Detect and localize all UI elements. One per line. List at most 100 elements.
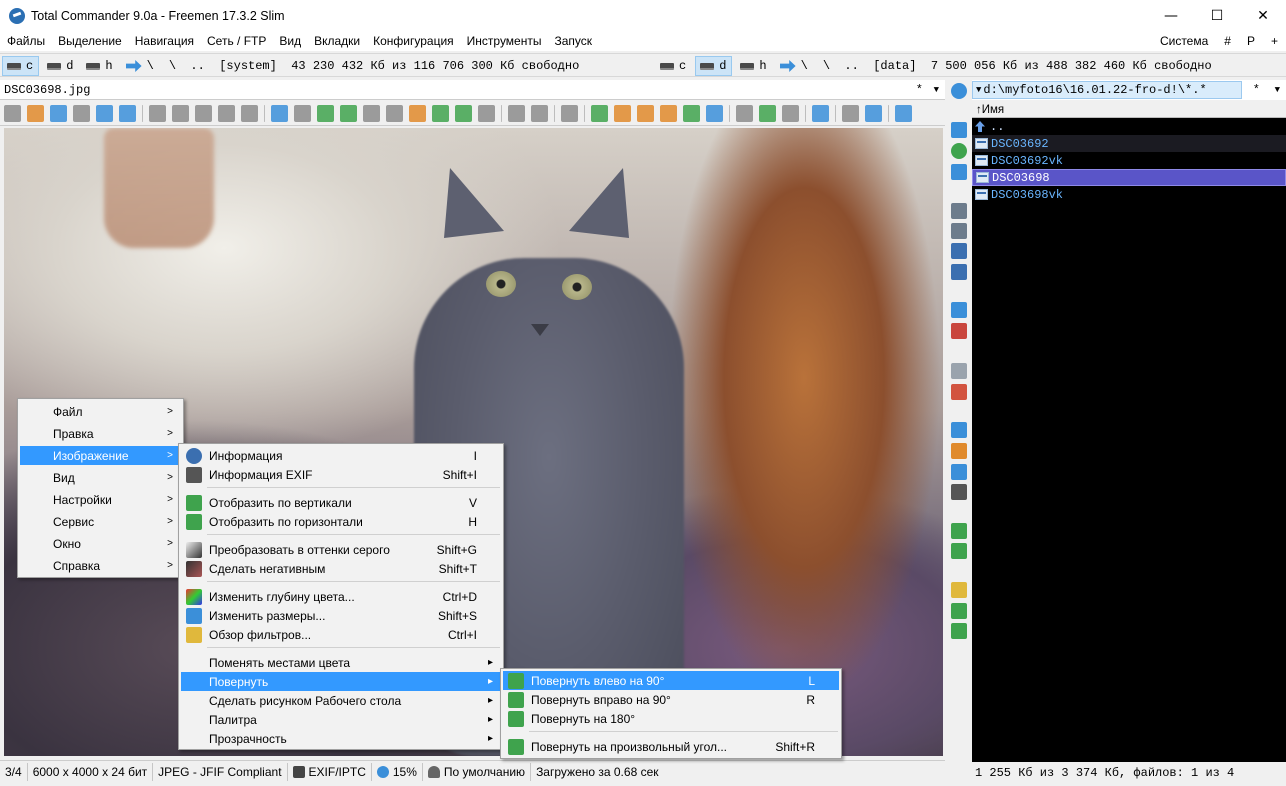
favorite-star-icon[interactable] <box>951 264 967 280</box>
thumbnails-icon[interactable] <box>759 104 776 122</box>
unselect-group-icon[interactable] <box>951 543 967 559</box>
filter-icon[interactable] <box>478 104 495 122</box>
flip-vertical-icon[interactable] <box>317 104 334 122</box>
grayscale-icon[interactable] <box>363 104 380 122</box>
menu-item-service[interactable]: Сервис > <box>20 512 181 531</box>
left-drive-d[interactable]: d <box>43 56 78 76</box>
menu-item-grayscale[interactable]: Преобразовать в оттенки серого Shift+G <box>181 540 501 559</box>
menu-hash[interactable]: # <box>1216 34 1239 48</box>
refresh-icon[interactable] <box>951 143 967 159</box>
plugin-icon[interactable] <box>842 104 859 122</box>
copy-icon[interactable] <box>172 104 189 122</box>
close-tab-icon[interactable] <box>951 323 967 339</box>
menu-item-info[interactable]: Информация I <box>181 446 501 465</box>
menu-item-view[interactable]: Вид > <box>20 468 181 487</box>
menu-item-set-wallpaper[interactable]: Сделать рисунком Рабочего стола ▸ <box>181 691 501 710</box>
menu-item-transparency[interactable]: Прозрачность ▸ <box>181 729 501 748</box>
back-arrow-icon[interactable] <box>951 122 967 138</box>
menu-tabs[interactable]: Вкладки <box>307 34 366 48</box>
rotate-icon[interactable] <box>455 104 472 122</box>
right-drive-network[interactable]: \ <box>776 56 813 76</box>
exif-icon[interactable] <box>294 104 311 122</box>
menu-item-help[interactable]: Справка > <box>20 556 181 575</box>
cut-icon[interactable] <box>149 104 166 122</box>
file-row[interactable]: DSC03692 <box>972 135 1286 152</box>
menu-tools[interactable]: Инструменты <box>460 34 548 48</box>
menu-item-resize[interactable]: Изменить размеры... Shift+S <box>181 606 501 625</box>
menu-item-swap-colors[interactable]: Поменять местами цвета ▸ <box>181 653 501 672</box>
menu-p[interactable]: P <box>1239 34 1263 48</box>
next-icon[interactable] <box>119 104 136 122</box>
parent-dir-row[interactable]: .. <box>972 118 1286 135</box>
fit-width-icon[interactable] <box>683 104 700 122</box>
paste-icon[interactable] <box>195 104 212 122</box>
menu-item-rotate-custom[interactable]: Повернуть на произвольный угол... Shift+R <box>503 737 839 756</box>
column-header-name[interactable]: ↑Имя <box>972 102 1286 118</box>
menu-configuration[interactable]: Конфигурация <box>366 34 460 48</box>
file-row-selected[interactable]: DSC03698 <box>972 169 1286 186</box>
menu-item-color-depth[interactable]: Изменить глубину цвета... Ctrl+D <box>181 587 501 606</box>
menu-item-rotate[interactable]: Повернуть ▸ <box>181 672 501 691</box>
menu-item-rotate-right[interactable]: Повернуть вправо на 90° R <box>503 690 839 709</box>
menu-item-image[interactable]: Изображение > <box>20 446 181 465</box>
right-panel-dropdown-button[interactable]: ▼ <box>1275 85 1280 95</box>
flip-horizontal-icon[interactable] <box>340 104 357 122</box>
select-all-icon[interactable] <box>951 603 967 619</box>
prev-icon[interactable] <box>96 104 113 122</box>
menu-item-rotate-180[interactable]: Повернуть на 180° <box>503 709 839 728</box>
right-drive-d[interactable]: d <box>695 56 733 76</box>
move-files-icon[interactable] <box>951 384 967 400</box>
lister-star-button[interactable]: * <box>916 83 923 97</box>
copy-files-icon[interactable] <box>951 363 967 379</box>
split-icon[interactable] <box>951 464 967 480</box>
print-icon[interactable] <box>73 104 90 122</box>
tools-icon[interactable] <box>782 104 799 122</box>
info-icon[interactable] <box>271 104 288 122</box>
menu-navigation[interactable]: Навигация <box>128 34 200 48</box>
edit-file-icon[interactable] <box>951 223 967 239</box>
select-icon[interactable] <box>531 104 548 122</box>
file-row[interactable]: DSC03698vk <box>972 186 1286 203</box>
counter-icon[interactable] <box>951 484 967 500</box>
right-panel-star-button[interactable]: * <box>1253 83 1260 97</box>
menu-item-window[interactable]: Окно > <box>20 534 181 553</box>
zoom-reset-icon[interactable] <box>637 104 654 122</box>
invert-selection-icon[interactable] <box>951 623 967 639</box>
zoom-out-icon[interactable] <box>614 104 631 122</box>
fit-icon[interactable] <box>660 104 677 122</box>
right-drive-h[interactable]: h <box>736 56 771 76</box>
menu-item-file[interactable]: Файл > <box>20 402 181 421</box>
settings-icon[interactable] <box>812 104 829 122</box>
menu-plus[interactable]: + <box>1263 34 1286 48</box>
fit-window-icon[interactable] <box>706 104 723 122</box>
open-icon[interactable] <box>27 104 44 122</box>
close-button[interactable]: ✕ <box>1240 0 1286 31</box>
menu-launch[interactable]: Запуск <box>547 34 598 48</box>
undo-icon[interactable] <box>218 104 235 122</box>
new-folder-icon[interactable] <box>951 582 967 598</box>
search-icon[interactable] <box>951 83 967 99</box>
crop-icon[interactable] <box>508 104 525 122</box>
menu-view[interactable]: Вид <box>272 34 307 48</box>
menu-item-negative[interactable]: Сделать негативным Shift+T <box>181 559 501 578</box>
compare-icon[interactable] <box>951 243 967 259</box>
minimize-button[interactable]: — <box>1148 0 1194 31</box>
menu-item-filters[interactable]: Обзор фильтров... Ctrl+I <box>181 625 501 644</box>
right-drive-c[interactable]: c <box>656 56 691 76</box>
menu-network-ftp[interactable]: Сеть / FTP <box>200 34 272 48</box>
sync-icon[interactable] <box>951 443 967 459</box>
menu-item-flip-vertical[interactable]: Отобразить по вертикали V <box>181 493 501 512</box>
slideshow-icon[interactable] <box>736 104 753 122</box>
menu-item-exif[interactable]: Информация EXIF Shift+I <box>181 465 501 484</box>
left-drive-h[interactable]: h <box>82 56 117 76</box>
resize-icon[interactable] <box>432 104 449 122</box>
menu-system[interactable]: Система <box>1152 34 1216 48</box>
effects-icon[interactable] <box>561 104 578 122</box>
zoom-in-icon[interactable] <box>591 104 608 122</box>
right-panel-path[interactable]: ▼ d:\myfoto16\16.01.22-fro-d!\*.* <box>972 81 1242 99</box>
left-drive-network[interactable]: \ <box>122 56 159 76</box>
view-file-icon[interactable] <box>951 203 967 219</box>
negative-icon[interactable] <box>386 104 403 122</box>
tree-icon[interactable] <box>951 422 967 438</box>
menu-files[interactable]: Файлы <box>0 34 51 48</box>
